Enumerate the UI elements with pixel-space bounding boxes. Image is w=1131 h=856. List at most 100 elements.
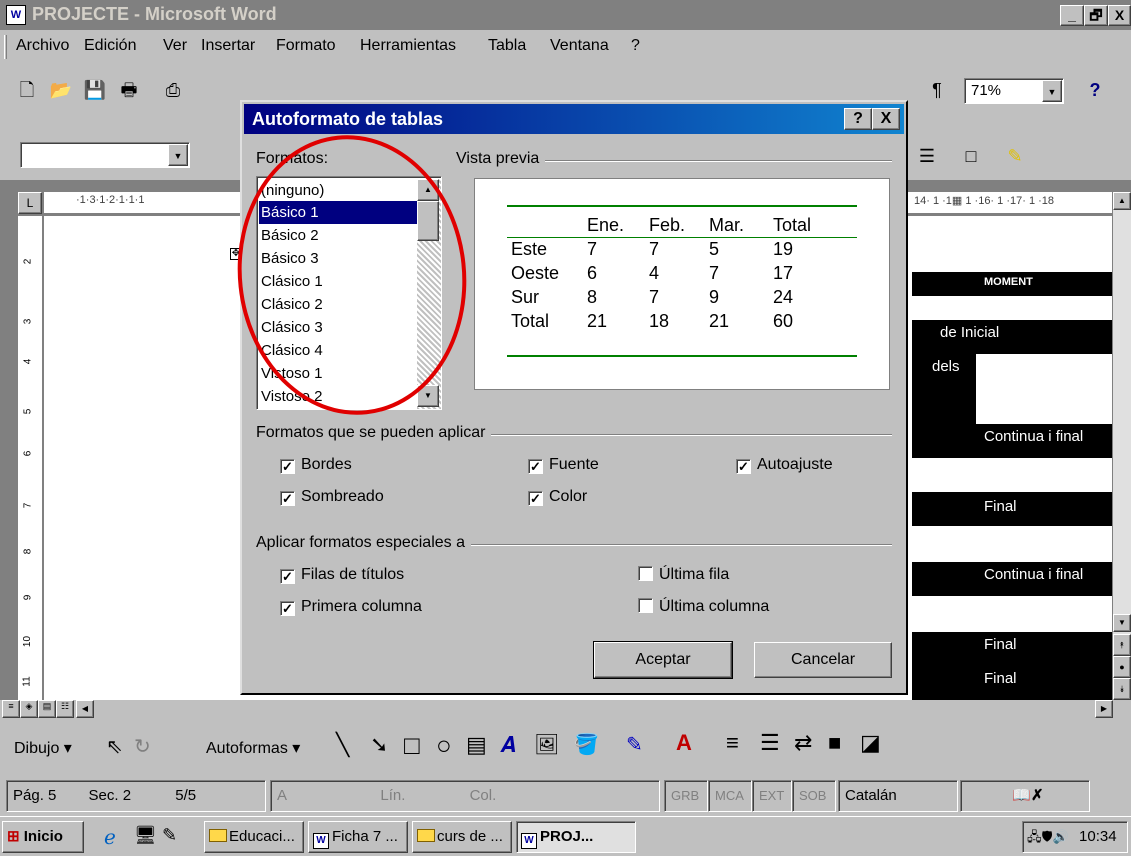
format-item[interactable]: Vistoso 1 — [259, 362, 417, 385]
color-checkbox[interactable]: ✓ Color — [528, 488, 587, 506]
checkbox-icon[interactable]: ✓ — [280, 459, 295, 474]
table-cell-dels[interactable]: dels — [912, 354, 976, 424]
formats-listbox[interactable]: (ninguno) Básico 1 Básico 2 Básico 3 Clá… — [256, 176, 442, 410]
autoajuste-checkbox[interactable]: ✓ Autoajuste — [736, 456, 833, 474]
3d-icon[interactable]: ◪ — [860, 730, 881, 756]
desktop-icon[interactable]: 🖥 — [134, 825, 157, 846]
status-mca[interactable]: MCA — [708, 780, 752, 812]
task-educaci[interactable]: Educaci... — [204, 821, 304, 853]
vertical-ruler[interactable]: 2 3 4 5 6 7 8 9 10 11 — [18, 216, 42, 700]
scroll-up-icon[interactable]: ▲ — [417, 179, 439, 201]
filas-titulos-checkbox[interactable]: ✓ Filas de títulos — [280, 566, 404, 584]
menu-ver[interactable]: Ver — [163, 37, 187, 55]
format-item[interactable]: Clásico 2 — [259, 293, 417, 316]
minimize-button[interactable]: _ — [1060, 5, 1084, 26]
draw-menu[interactable]: Dibujo ▾ — [14, 738, 72, 758]
table-cell-final-block[interactable]: Final Final — [912, 632, 1112, 700]
format-item[interactable]: (ninguno) — [259, 179, 417, 202]
normal-view-icon[interactable]: ≡ — [2, 700, 20, 718]
arrow-style-icon[interactable]: ⇄ — [794, 730, 812, 756]
align-justify-icon[interactable]: ☰ — [912, 142, 942, 170]
scroll-down-icon[interactable]: ▼ — [417, 385, 439, 407]
start-button[interactable]: ⊞ Inicio — [2, 821, 84, 853]
shadow-icon[interactable]: ■ — [828, 730, 841, 756]
scroll-thumb[interactable] — [417, 201, 439, 241]
print-view-icon[interactable]: ▤ — [38, 700, 56, 718]
menu-formato[interactable]: Formato — [276, 37, 336, 55]
task-ficha[interactable]: W Ficha 7 ... — [308, 821, 408, 853]
outline-view-icon[interactable]: ☷ — [56, 700, 74, 718]
format-item[interactable]: Clásico 4 — [259, 339, 417, 362]
status-ext[interactable]: EXT — [752, 780, 792, 812]
fill-color-icon[interactable]: 🪣 — [574, 732, 599, 757]
task-curs[interactable]: curs de ... — [412, 821, 512, 853]
zoom-select[interactable]: 71% ▼ — [964, 78, 1064, 104]
format-item-selected[interactable]: Básico 1 — [259, 201, 417, 224]
highlight-icon[interactable]: ✎ — [1000, 142, 1030, 170]
help-button[interactable]: ? — [844, 108, 872, 130]
menu-herramientas[interactable]: Herramientas — [360, 37, 456, 55]
open-folder-icon[interactable]: 📂 — [46, 76, 76, 104]
checkbox-icon[interactable]: ✓ — [528, 459, 543, 474]
ultima-columna-checkbox[interactable]: Última columna — [638, 598, 769, 616]
clipart-icon[interactable]: 🖼 — [534, 732, 559, 757]
checkbox-icon[interactable]: ✓ — [736, 459, 751, 474]
clock[interactable]: 10:34 — [1079, 828, 1117, 845]
menu-grip[interactable] — [4, 35, 7, 59]
arrow-icon[interactable]: ➘ — [370, 732, 388, 758]
wordart-icon[interactable]: 𝑨 — [500, 732, 515, 758]
checkbox-icon[interactable]: ✓ — [528, 491, 543, 506]
listbox-scrollbar[interactable]: ▲ ▼ — [417, 179, 441, 409]
chevron-down-icon[interactable]: ▼ — [1042, 80, 1062, 102]
line-color-icon[interactable]: ✎ — [626, 732, 643, 757]
menu-edicion[interactable]: Edición — [84, 37, 136, 55]
border-icon[interactable]: □ — [956, 142, 986, 170]
table-cell-continua[interactable]: Continua i final — [912, 562, 1112, 596]
format-item[interactable]: Vistoso 2 — [259, 385, 417, 408]
ie-icon[interactable]: ℯ — [104, 825, 116, 850]
status-sob[interactable]: SOB — [792, 780, 836, 812]
web-view-icon[interactable]: ◈ — [20, 700, 38, 718]
close-window-button[interactable]: X — [1108, 5, 1131, 26]
checkbox-icon[interactable]: ✓ — [280, 569, 295, 584]
table-cell-final[interactable]: Final — [912, 492, 1112, 526]
checkbox-icon[interactable] — [638, 566, 653, 581]
oval-icon[interactable]: ○ — [436, 730, 452, 761]
rectangle-icon[interactable]: □ — [404, 730, 420, 761]
primera-columna-checkbox[interactable]: ✓ Primera columna — [280, 598, 422, 616]
pilcrow-icon[interactable]: ¶ — [922, 76, 952, 104]
browse-object-icon[interactable]: ● — [1113, 656, 1131, 678]
menu-insertar[interactable]: Insertar — [201, 37, 255, 55]
checkbox-icon[interactable] — [638, 598, 653, 613]
next-page-icon[interactable]: ⯯ — [1113, 678, 1131, 700]
checkbox-icon[interactable]: ✓ — [280, 601, 295, 616]
format-item[interactable]: Clásico 1 — [259, 270, 417, 293]
prev-page-icon[interactable]: ⯭ — [1113, 634, 1131, 656]
help-assistant-icon[interactable]: ? — [1080, 76, 1110, 104]
tray-icons[interactable]: 🖧🛡🔊 — [1027, 829, 1069, 844]
word-app-icon[interactable]: W — [6, 5, 26, 25]
scroll-up-icon[interactable]: ▲ — [1113, 192, 1131, 210]
channels-icon[interactable]: ✎ — [162, 825, 177, 846]
textbox-icon[interactable]: ▤ — [466, 732, 487, 758]
save-icon[interactable]: 💾 — [80, 76, 110, 104]
style-select[interactable]: ▼ — [20, 142, 190, 168]
print-icon[interactable]: ⎙ — [158, 76, 188, 104]
checkbox-icon[interactable]: ✓ — [280, 491, 295, 506]
close-dialog-button[interactable]: X — [872, 108, 900, 130]
font-color-icon[interactable]: A — [676, 730, 692, 756]
menu-help[interactable]: ? — [631, 37, 640, 55]
spelling-status-icon[interactable]: 📖✗ — [960, 780, 1090, 812]
table-cell-continua[interactable]: Continua i final — [912, 424, 1112, 458]
format-item[interactable]: Básico 2 — [259, 224, 417, 247]
restore-button[interactable]: 🗗 — [1084, 5, 1108, 26]
print-preview-icon[interactable]: 🖶 — [114, 76, 144, 104]
task-projecte[interactable]: W PROJ... — [516, 821, 636, 853]
rotate-icon[interactable]: ↻ — [134, 734, 151, 759]
new-document-icon[interactable]: 🗋 — [12, 76, 42, 104]
line-icon[interactable]: ╲ — [336, 732, 349, 758]
ultima-fila-checkbox[interactable]: Última fila — [638, 566, 729, 584]
scroll-right-icon[interactable]: ▶ — [1095, 700, 1113, 718]
scroll-down-icon[interactable]: ▼ — [1113, 614, 1131, 632]
ok-button[interactable]: Aceptar — [593, 641, 733, 679]
